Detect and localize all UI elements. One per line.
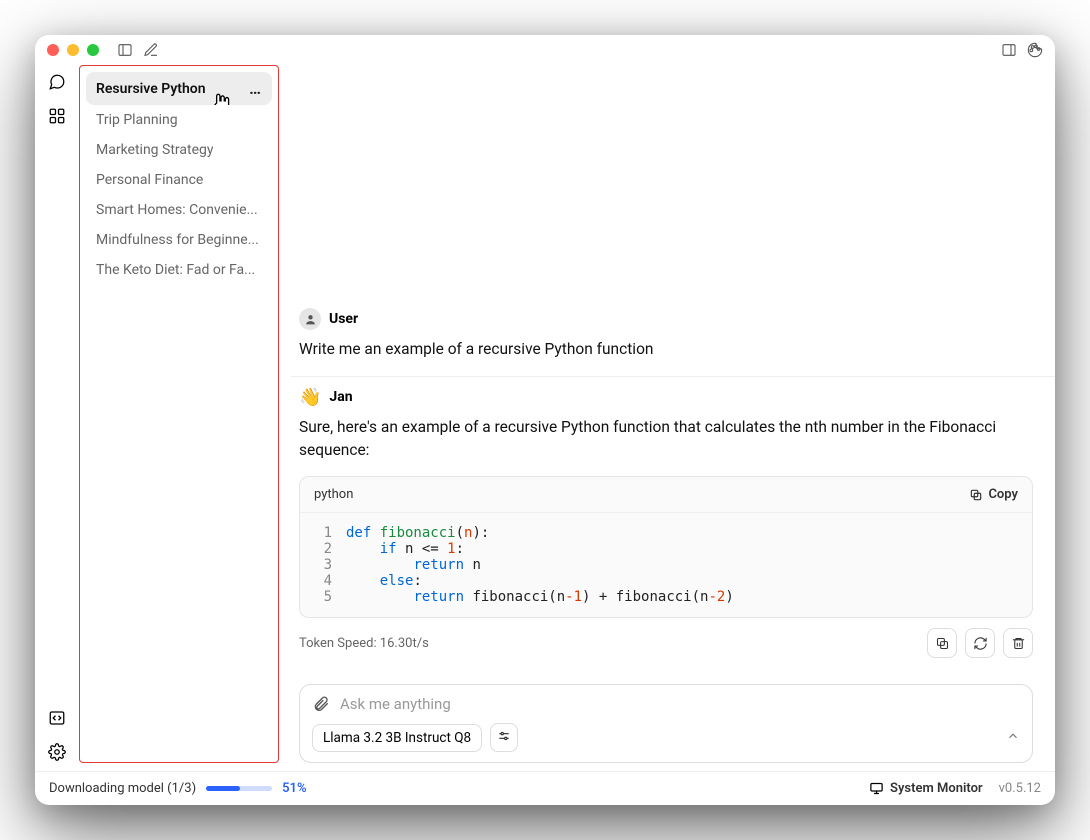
thread-title: The Keto Diet: Fad or Fa... bbox=[96, 262, 255, 278]
model-settings-button[interactable] bbox=[490, 723, 518, 752]
attach-icon[interactable] bbox=[312, 695, 330, 713]
expand-composer-icon[interactable] bbox=[1006, 728, 1020, 747]
assistant-message: 👋 Jan Sure, here's an example of a recur… bbox=[291, 377, 1055, 673]
token-speed-label: Token Speed: 16.30t/s bbox=[299, 636, 429, 651]
code-language-label: python bbox=[314, 487, 353, 502]
toggle-right-panel-icon[interactable] bbox=[1001, 42, 1017, 58]
download-percent: 51% bbox=[282, 781, 306, 796]
threads-sidebar: Resursive Python … Trip Planning Marketi… bbox=[79, 65, 279, 763]
local-api-icon[interactable] bbox=[48, 709, 66, 727]
system-monitor-label: System Monitor bbox=[890, 781, 983, 796]
compose-input[interactable]: Ask me anything bbox=[340, 695, 1020, 713]
minimize-window-button[interactable] bbox=[67, 44, 79, 56]
thread-item[interactable]: Personal Finance bbox=[86, 165, 272, 195]
thread-title: Resursive Python bbox=[96, 81, 206, 97]
composer: Ask me anything Llama 3.2 3B Instruct Q8 bbox=[299, 684, 1033, 763]
thread-title: Personal Finance bbox=[96, 172, 203, 188]
download-status-label: Downloading model (1/3) bbox=[49, 781, 196, 796]
cursor-hand-icon bbox=[208, 90, 234, 105]
jan-avatar-icon: 👋 bbox=[299, 387, 321, 408]
thread-title: Marketing Strategy bbox=[96, 142, 213, 158]
code-block: python Copy 1def fibonacci(n): 2 if n <=… bbox=[299, 476, 1033, 618]
copy-label: Copy bbox=[988, 487, 1018, 502]
copy-code-button[interactable]: Copy bbox=[969, 487, 1018, 502]
window-controls bbox=[47, 44, 99, 56]
thread-item[interactable]: Trip Planning bbox=[86, 105, 272, 135]
status-bar: Downloading model (1/3) 51% System Monit… bbox=[35, 771, 1055, 805]
copy-message-button[interactable] bbox=[927, 628, 957, 658]
nav-rail bbox=[35, 65, 79, 771]
chat-panel: User Write me an example of a recursive … bbox=[279, 65, 1055, 771]
thread-title: Trip Planning bbox=[96, 112, 178, 128]
theme-icon[interactable] bbox=[1027, 42, 1043, 58]
toggle-sidebar-icon[interactable] bbox=[117, 42, 133, 58]
delete-message-button[interactable] bbox=[1003, 628, 1033, 658]
close-window-button[interactable] bbox=[47, 44, 59, 56]
settings-nav-icon[interactable] bbox=[48, 743, 66, 761]
message-text: Sure, here's an example of a recursive P… bbox=[299, 416, 1033, 463]
chat-nav-icon[interactable] bbox=[48, 73, 66, 91]
download-progress-bar bbox=[206, 786, 272, 791]
thread-item[interactable]: Marketing Strategy bbox=[86, 135, 272, 165]
sender-label: Jan bbox=[329, 389, 352, 405]
system-monitor-button[interactable]: System Monitor bbox=[869, 781, 983, 796]
code-body: 1def fibonacci(n): 2 if n <= 1: 3 return… bbox=[300, 513, 1032, 617]
thread-item[interactable]: Mindfulness for Beginne... bbox=[86, 225, 272, 255]
regenerate-button[interactable] bbox=[965, 628, 995, 658]
thread-title: Mindfulness for Beginne... bbox=[96, 232, 259, 248]
thread-item[interactable]: Resursive Python … bbox=[86, 72, 272, 105]
thread-item[interactable]: The Keto Diet: Fad or Fa... bbox=[86, 255, 272, 285]
thread-item[interactable]: Smart Homes: Convenie... bbox=[86, 195, 272, 225]
model-selector[interactable]: Llama 3.2 3B Instruct Q8 bbox=[312, 724, 482, 752]
thread-title: Smart Homes: Convenie... bbox=[96, 202, 258, 218]
message-text: Write me an example of a recursive Pytho… bbox=[299, 338, 1033, 361]
titlebar bbox=[35, 35, 1055, 65]
sender-label: User bbox=[329, 311, 358, 327]
version-label: v0.5.12 bbox=[999, 781, 1041, 796]
new-chat-icon[interactable] bbox=[143, 42, 159, 58]
thread-menu-icon[interactable]: … bbox=[249, 79, 262, 98]
hub-nav-icon[interactable] bbox=[48, 107, 66, 125]
app-window: Resursive Python … Trip Planning Marketi… bbox=[35, 35, 1055, 805]
maximize-window-button[interactable] bbox=[87, 44, 99, 56]
user-avatar-icon bbox=[299, 308, 321, 330]
user-message: User Write me an example of a recursive … bbox=[291, 298, 1055, 376]
